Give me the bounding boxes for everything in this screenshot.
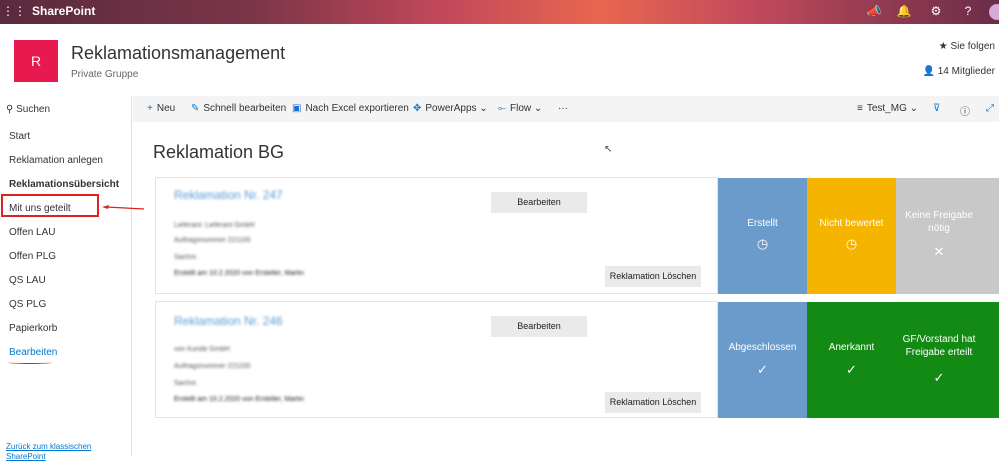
follow-label: Sie folgen bbox=[950, 41, 995, 52]
annotation-highlight-box bbox=[1, 194, 99, 217]
list-icon: ≡ bbox=[857, 103, 863, 114]
search-icon: ⚲ bbox=[6, 104, 14, 115]
card-title[interactable]: Reklamation Nr. 247 bbox=[174, 188, 283, 202]
gear-icon[interactable]: ⚙ bbox=[928, 3, 944, 19]
members-label: 14 Mitglieder bbox=[937, 66, 995, 77]
filter-icon[interactable]: ⊽ bbox=[933, 103, 940, 114]
status-label: Nicht bewertet bbox=[819, 218, 884, 229]
new-label: Neu bbox=[156, 103, 176, 114]
app-launcher-icon[interactable]: ⋮⋮ bbox=[2, 3, 26, 19]
pencil-icon: ✎ bbox=[191, 103, 200, 114]
quick-edit-button[interactable]: ✎ Schnell bearbeiten bbox=[191, 103, 286, 114]
left-navigation: ⚲ Suchen Start Reklamation anlegen Rekla… bbox=[0, 96, 144, 461]
person-icon: 👤 bbox=[922, 66, 935, 77]
edit-button[interactable]: Bearbeiten bbox=[491, 192, 587, 213]
excel-icon: ▣ bbox=[292, 103, 302, 114]
site-logo[interactable]: R bbox=[14, 40, 58, 82]
nav-item-reklamationsuebersicht[interactable]: Reklamationsübersicht bbox=[9, 179, 119, 190]
status-tile-keine-freigabe: Keine Freigabe nötig ✕ bbox=[896, 178, 999, 294]
chevron-down-icon: ⌄ bbox=[479, 103, 488, 114]
nav-item-offen-plg[interactable]: Offen PLG bbox=[9, 251, 56, 262]
nav-item-offen-lau[interactable]: Offen LAU bbox=[9, 227, 56, 238]
export-excel-button[interactable]: ▣ Nach Excel exportieren bbox=[292, 103, 409, 114]
delete-button[interactable]: Reklamation Löschen bbox=[605, 392, 701, 413]
command-bar: + Neu ✎ Schnell bearbeiten ▣ Nach Excel exp… bbox=[133, 96, 999, 122]
card-detail-line: Sachnr. bbox=[174, 380, 198, 387]
status-label: Anerkannt bbox=[828, 342, 875, 353]
quick-edit-label: Schnell bearbeiten bbox=[203, 103, 287, 114]
card-detail-line: Auftragsnummer 221100 bbox=[174, 237, 251, 244]
status-label: Keine Freigabe nötig bbox=[905, 210, 973, 234]
search-box[interactable]: ⚲ Suchen bbox=[6, 104, 50, 115]
nav-item-qs-lau[interactable]: QS LAU bbox=[9, 275, 46, 286]
card-detail-line: Erstellt am 10.2.2020 von Ersteller, Mar… bbox=[174, 396, 304, 403]
flow-icon: ⟜ bbox=[498, 103, 506, 114]
annotation-arrow bbox=[102, 205, 144, 210]
plus-icon: + bbox=[147, 103, 153, 114]
nav-item-reklamation-anlegen[interactable]: Reklamation anlegen bbox=[9, 155, 103, 166]
delete-button[interactable]: Reklamation Löschen bbox=[605, 266, 701, 287]
nav-item-start[interactable]: Start bbox=[9, 131, 30, 142]
new-button[interactable]: + Neu bbox=[147, 103, 175, 114]
nav-item-bearbeiten[interactable]: Bearbeiten bbox=[9, 347, 57, 358]
status-tile-anerkannt: Anerkannt ✓ bbox=[807, 302, 896, 418]
suite-bar: ⋮⋮ SharePoint 📣 🔔 ⚙ ? bbox=[0, 0, 999, 24]
card-detail-line: Lieferant: Lieferant GmbH bbox=[174, 222, 255, 229]
powerapps-label: PowerApps bbox=[425, 103, 477, 114]
search-label: Suchen bbox=[16, 104, 51, 115]
status-tile-erstellt: Erstellt ◷ bbox=[718, 178, 807, 294]
check-icon: ✓ bbox=[757, 362, 768, 377]
status-label: GF/Vorstand hat Freigabe erteilt bbox=[902, 334, 976, 358]
complaint-card: Reklamation Nr. 246 von Kunde GmbH Auftr… bbox=[155, 301, 718, 418]
card-detail-line: Erstellt am 10.2.2020 von Ersteller, Mar… bbox=[174, 270, 304, 277]
members-button[interactable]: 👤 14 Mitglieder bbox=[923, 66, 996, 77]
export-label: Nach Excel exportieren bbox=[305, 103, 409, 114]
card-detail-line: von Kunde GmbH bbox=[174, 346, 230, 353]
page-title: Reklamation BG bbox=[153, 142, 285, 162]
chevron-down-icon: ⌄ bbox=[533, 103, 543, 114]
status-label: Abgeschlossen bbox=[728, 342, 797, 353]
view-switcher[interactable]: ≡ Test_MG ⌄ bbox=[857, 103, 918, 114]
help-icon[interactable]: ? bbox=[960, 3, 976, 19]
avatar[interactable] bbox=[989, 4, 999, 20]
card-detail-line: Sachnr. bbox=[174, 254, 198, 261]
status-tile-nicht-bewertet: Nicht bewertet ◷ bbox=[807, 178, 896, 294]
info-icon[interactable]: ⓘ bbox=[960, 103, 970, 118]
check-icon: ✓ bbox=[846, 362, 857, 377]
more-button[interactable]: ··· bbox=[558, 103, 568, 114]
status-label: Erstellt bbox=[747, 218, 778, 229]
site-title[interactable]: Reklamationsmanagement bbox=[71, 43, 285, 64]
annotation-underline bbox=[8, 361, 52, 364]
nav-item-qs-plg[interactable]: QS PLG bbox=[9, 299, 46, 310]
suite-brand[interactable]: SharePoint bbox=[32, 4, 95, 18]
mouse-cursor-icon: ↖ bbox=[604, 144, 613, 155]
view-label: Test_MG bbox=[866, 103, 907, 114]
chevron-down-icon: ⌄ bbox=[909, 103, 919, 114]
classic-experience-link[interactable]: Zurück zum klassischen SharePoint bbox=[6, 442, 131, 462]
powerapps-icon: ✥ bbox=[413, 103, 422, 114]
complaint-card: Reklamation Nr. 247 Lieferant: Lieferant… bbox=[155, 177, 718, 294]
clock-icon: ◷ bbox=[845, 236, 858, 251]
status-tile-gf-vorstand: GF/Vorstand hat Freigabe erteilt ✓ bbox=[896, 302, 999, 418]
status-tile-abgeschlossen: Abgeschlossen ✓ bbox=[718, 302, 807, 418]
flow-button[interactable]: ⟜ Flow ⌄ bbox=[498, 103, 542, 114]
star-icon: ★ bbox=[938, 41, 948, 52]
site-subtitle: Private Gruppe bbox=[71, 69, 139, 80]
check-icon: ✓ bbox=[933, 370, 945, 385]
expand-icon[interactable]: ⤢ bbox=[986, 103, 994, 114]
megaphone-icon[interactable]: 📣 bbox=[866, 3, 882, 19]
flow-label: Flow bbox=[510, 103, 532, 114]
close-icon: ✕ bbox=[933, 244, 945, 259]
clock-icon: ◷ bbox=[756, 236, 769, 251]
follow-button[interactable]: ★ Sie folgen bbox=[939, 41, 995, 52]
edit-button[interactable]: Bearbeiten bbox=[491, 316, 587, 337]
site-header: R Reklamationsmanagement Private Gruppe … bbox=[0, 24, 999, 96]
nav-item-papierkorb[interactable]: Papierkorb bbox=[9, 323, 57, 334]
card-title[interactable]: Reklamation Nr. 246 bbox=[174, 314, 283, 328]
bell-icon[interactable]: 🔔 bbox=[896, 3, 912, 19]
powerapps-button[interactable]: ✥ PowerApps ⌄ bbox=[413, 103, 488, 114]
card-detail-line: Auftragsnummer 221100 bbox=[174, 363, 251, 370]
